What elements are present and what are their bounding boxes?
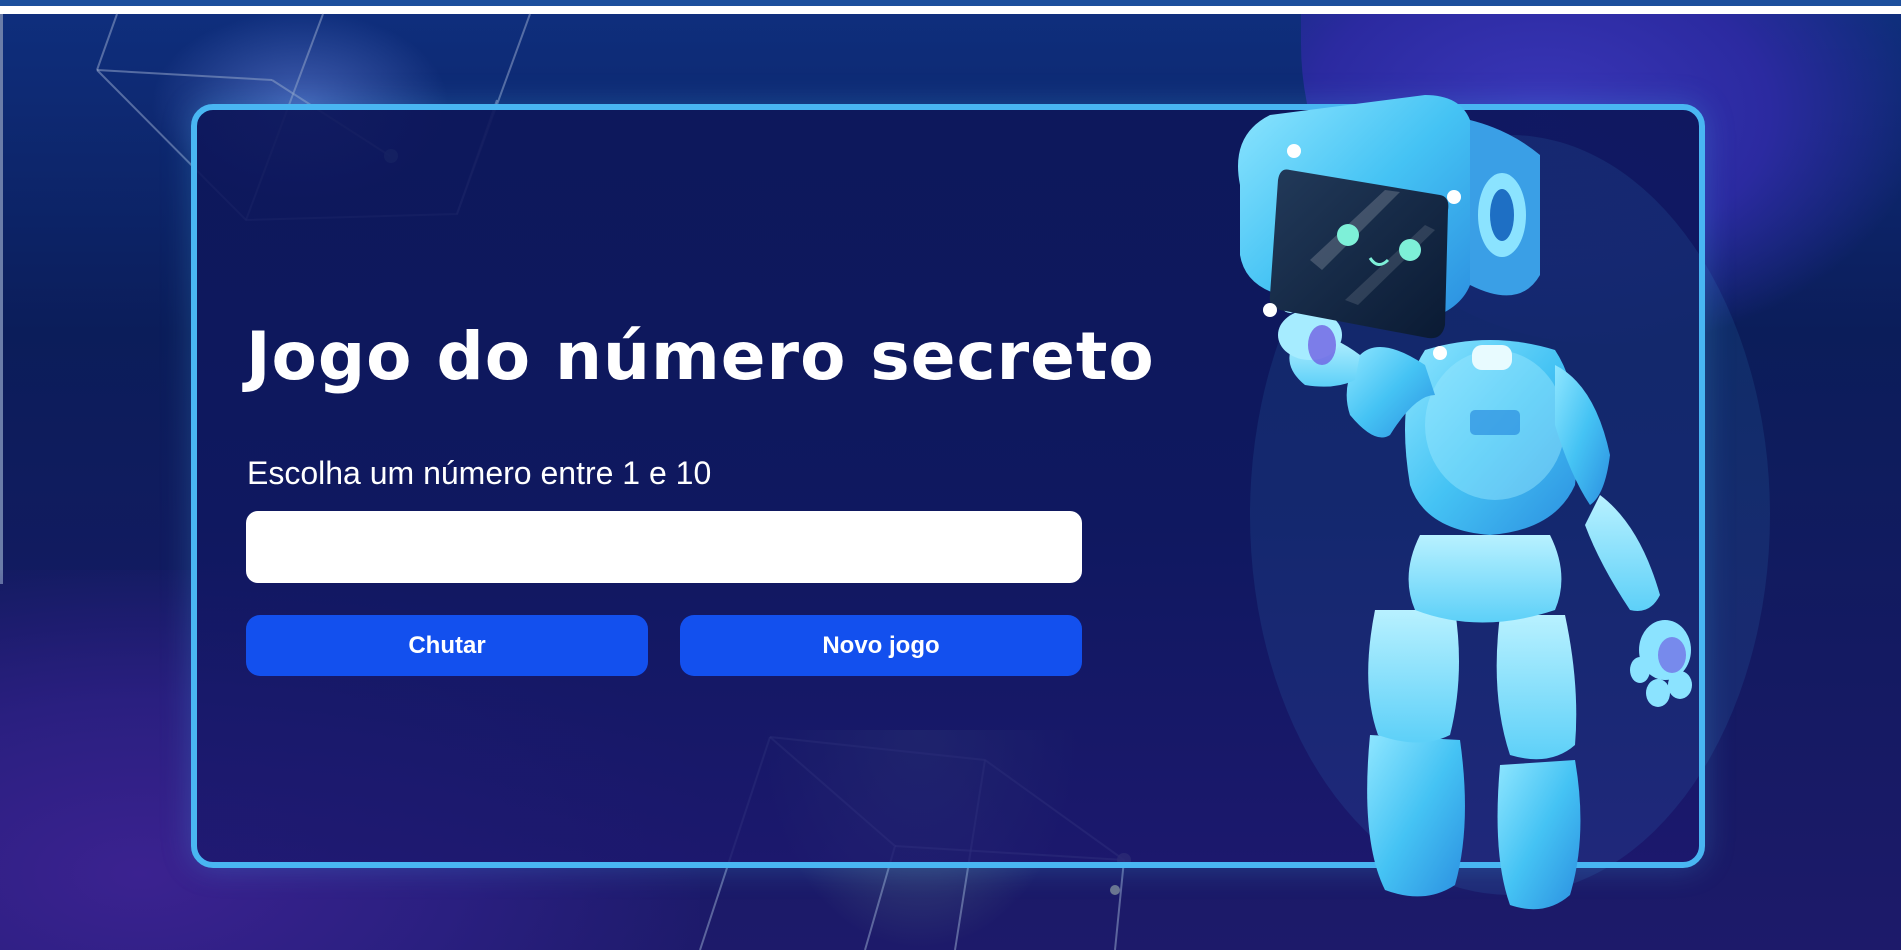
guess-button[interactable]: Chutar [246, 615, 648, 676]
instruction-label: Escolha um número entre 1 e 10 [247, 455, 712, 491]
page-title: Jogo do número secreto [246, 318, 1155, 395]
robot-mascot-icon [1238, 95, 1770, 910]
new-game-button[interactable]: Novo jogo [680, 615, 1082, 676]
guess-input[interactable] [246, 511, 1082, 583]
